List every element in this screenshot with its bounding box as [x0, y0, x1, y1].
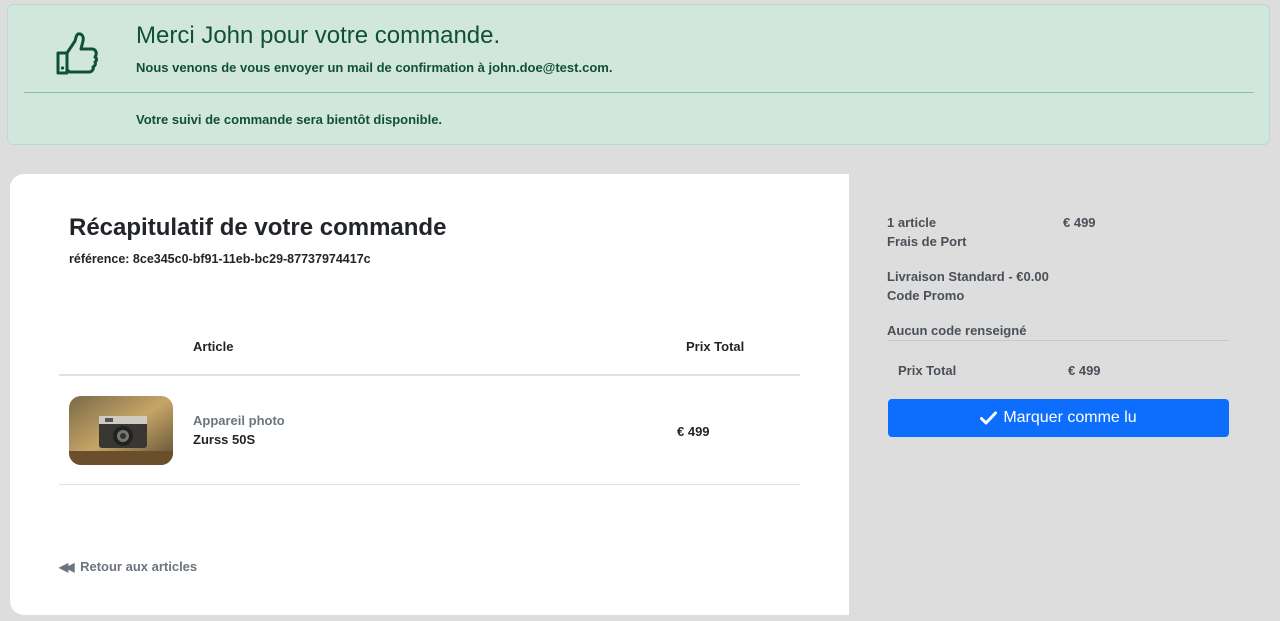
product-category: Appareil photo — [193, 413, 285, 428]
shipping-label: Frais de Port — [887, 234, 967, 249]
order-reference: référence: 8ce345c0-bf91-11eb-bc29-87737… — [69, 252, 371, 266]
alert-title: Merci John pour votre commande. — [136, 22, 501, 49]
shipping-method: Livraison Standard - €0.00 — [887, 269, 1049, 284]
mark-as-read-button[interactable]: Marquer comme lu — [888, 399, 1229, 437]
tracking-message: Votre suivi de commande sera bientôt dis… — [136, 112, 443, 127]
backward-icon: ◀◀ — [59, 560, 75, 574]
product-price: € 499 — [677, 424, 710, 439]
product-name: Zurss 50S — [193, 432, 256, 447]
promo-label: Code Promo — [887, 288, 965, 303]
column-header-total: Prix Total — [686, 339, 745, 354]
summary-divider — [887, 340, 1229, 341]
table-header-divider — [59, 374, 800, 376]
items-subtotal: € 499 — [1063, 215, 1096, 230]
price-summary: 1 article € 499 Frais de Port Livraison … — [849, 174, 1270, 615]
total-value: € 499 — [1068, 363, 1101, 378]
items-count: 1 article — [887, 215, 937, 230]
total-label: Prix Total — [898, 363, 957, 378]
order-confirmation-alert: Merci John pour votre commande. Nous ven… — [7, 4, 1270, 145]
product-image — [69, 396, 173, 465]
check-icon — [980, 411, 998, 425]
promo-value: Aucun code renseigné — [887, 323, 1027, 338]
table-row-divider — [59, 484, 800, 485]
order-summary-panel: Récapitulatif de votre commande référenc… — [10, 174, 849, 615]
back-to-articles-link[interactable]: ◀◀ Retour aux articles — [59, 559, 197, 574]
mark-as-read-label: Marquer comme lu — [1003, 409, 1137, 426]
thumbs-up-icon — [56, 32, 98, 75]
page-title: Récapitulatif de votre commande — [69, 214, 447, 241]
column-header-article: Article — [193, 339, 234, 354]
back-link-label: Retour aux articles — [80, 559, 198, 574]
confirmation-message: Nous venons de vous envoyer un mail de c… — [136, 60, 613, 75]
alert-divider — [24, 92, 1254, 93]
